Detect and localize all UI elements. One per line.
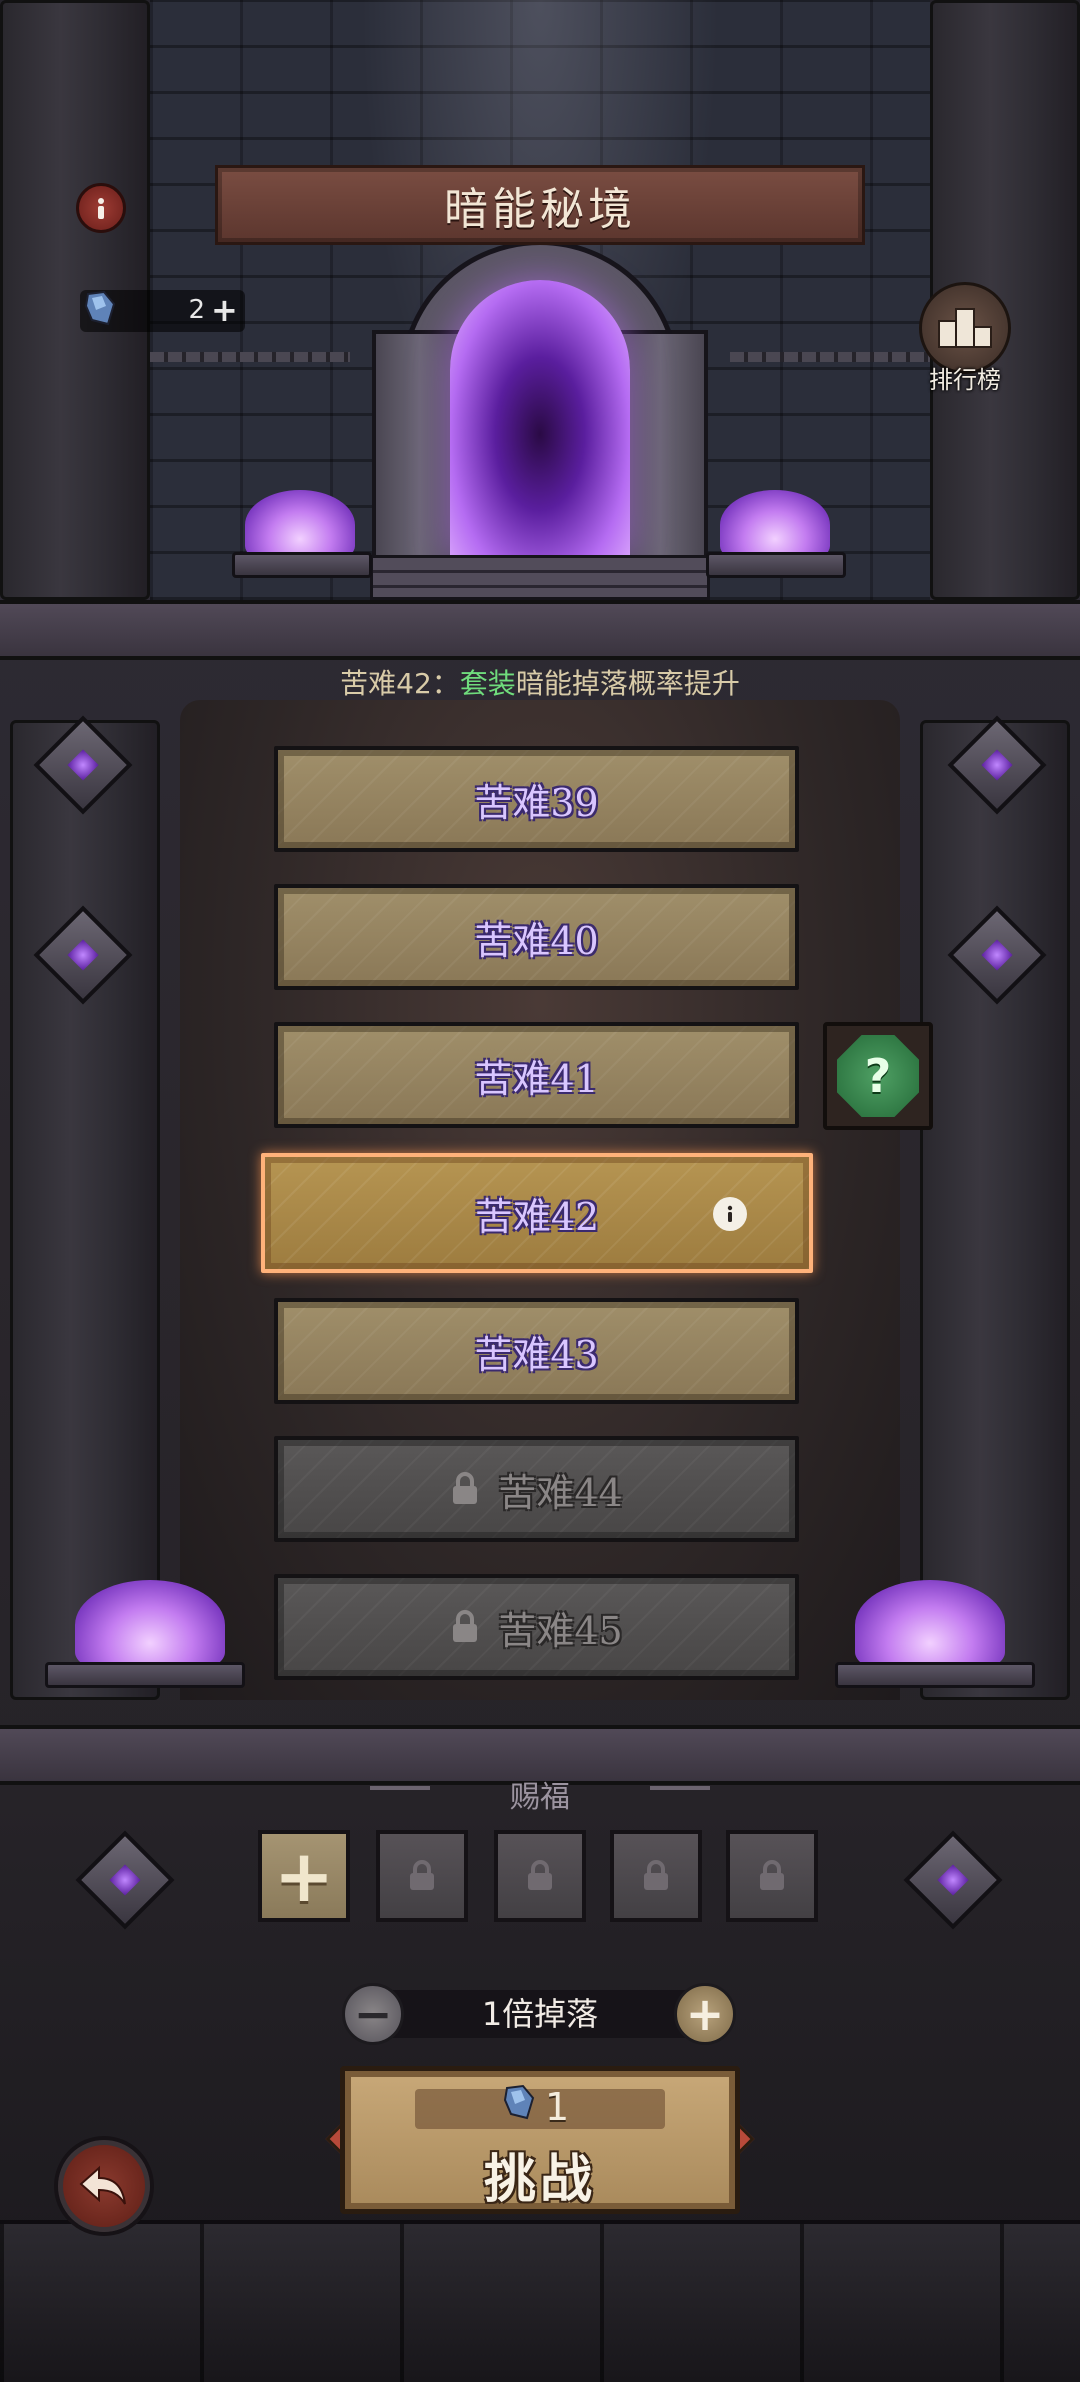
blessing-title: 赐福 (510, 1780, 570, 1815)
pillar-mid-right (920, 720, 1070, 1700)
portal (450, 280, 630, 560)
challenge-button[interactable]: 1 挑战 (340, 2066, 740, 2214)
info-button[interactable] (76, 183, 126, 233)
level-item-locked[interactable]: 苦难44 (274, 1436, 799, 1542)
flame-top-left (245, 490, 355, 560)
flame-bottom-left (75, 1580, 225, 1670)
page-title: 暗能秘境 (444, 184, 636, 235)
brazier-top-left (232, 552, 372, 578)
chain-left (150, 352, 350, 362)
level-label: 苦难42 (474, 1194, 600, 1239)
level-label: 苦难45 (498, 1608, 623, 1653)
level-item[interactable]: 苦难41 (274, 1022, 799, 1128)
blessing-slot-locked[interactable] (494, 1830, 586, 1922)
pillar-mid-left (10, 720, 160, 1700)
level-item[interactable]: 苦难39 (274, 746, 799, 852)
lock-icon (760, 1860, 784, 1890)
brazier-bottom-left (45, 1662, 245, 1688)
flame-top-right (720, 490, 830, 560)
gem-deco (75, 1830, 175, 1930)
bottom-floor (0, 2220, 1080, 2382)
blessing-slot-locked[interactable] (726, 1830, 818, 1922)
level-label: 苦难40 (474, 918, 599, 963)
divider-right (650, 1786, 710, 1790)
challenge-cost: 1 (545, 2085, 570, 2129)
plus-icon: + (273, 1834, 335, 1918)
level-item-selected[interactable]: 苦难42 (261, 1153, 813, 1273)
level-label: 苦难43 (474, 1332, 599, 1377)
blessing-add-slot[interactable]: + (258, 1830, 350, 1922)
lock-icon (453, 1610, 478, 1642)
title-banner: 暗能秘境 (215, 165, 865, 245)
lock-icon (453, 1472, 478, 1504)
back-button[interactable] (58, 2140, 150, 2232)
info-icon (98, 198, 104, 219)
upper-ledge (0, 600, 1080, 660)
notice-highlight: 套装 (459, 667, 516, 700)
leaderboard-label: 排行榜 (929, 366, 1001, 394)
chain-right (730, 352, 930, 362)
resource-count: 2 (188, 295, 205, 325)
challenge-label: 挑战 (483, 2150, 596, 2210)
leaderboard-button[interactable]: 排行榜 (910, 282, 1020, 402)
resource-add-button[interactable]: + (211, 293, 241, 327)
back-arrow-icon (79, 2165, 126, 2205)
level-label: 苦难41 (474, 1056, 599, 1101)
brazier-bottom-right (835, 1662, 1035, 1688)
level-item[interactable]: 苦难40 (274, 884, 799, 990)
portal-steps (370, 555, 710, 600)
question-gem-icon: ? (837, 1035, 919, 1117)
shard-icon (503, 2084, 535, 2120)
hint-button[interactable]: ? (823, 1022, 933, 1130)
challenge-cost-bar (415, 2089, 665, 2129)
shard-icon (84, 290, 116, 326)
level-label: 苦难39 (474, 780, 599, 825)
notice-suffix: 暗能掉落概率提升 (515, 667, 740, 700)
lock-icon (528, 1860, 552, 1890)
level-item[interactable]: 苦难43 (274, 1298, 799, 1404)
notice-prefix: 苦难42： (340, 667, 460, 700)
blessing-slot-locked[interactable] (376, 1830, 468, 1922)
gem-deco (903, 1830, 1003, 1930)
level-label: 苦难44 (498, 1470, 623, 1515)
drop-multiplier-label: 1倍掉落 (481, 1995, 599, 2033)
difficulty-notice: 苦难42：套装暗能掉落概率提升 (0, 664, 1080, 704)
increase-multiplier-button[interactable]: + (674, 1983, 736, 2045)
brazier-top-right (706, 552, 846, 578)
level-item-locked[interactable]: 苦难45 (274, 1574, 799, 1680)
level-info-icon[interactable] (713, 1197, 747, 1231)
flame-bottom-right (855, 1580, 1005, 1670)
blessing-slot-locked[interactable] (610, 1830, 702, 1922)
lock-icon (644, 1860, 668, 1890)
lock-icon (410, 1860, 434, 1890)
